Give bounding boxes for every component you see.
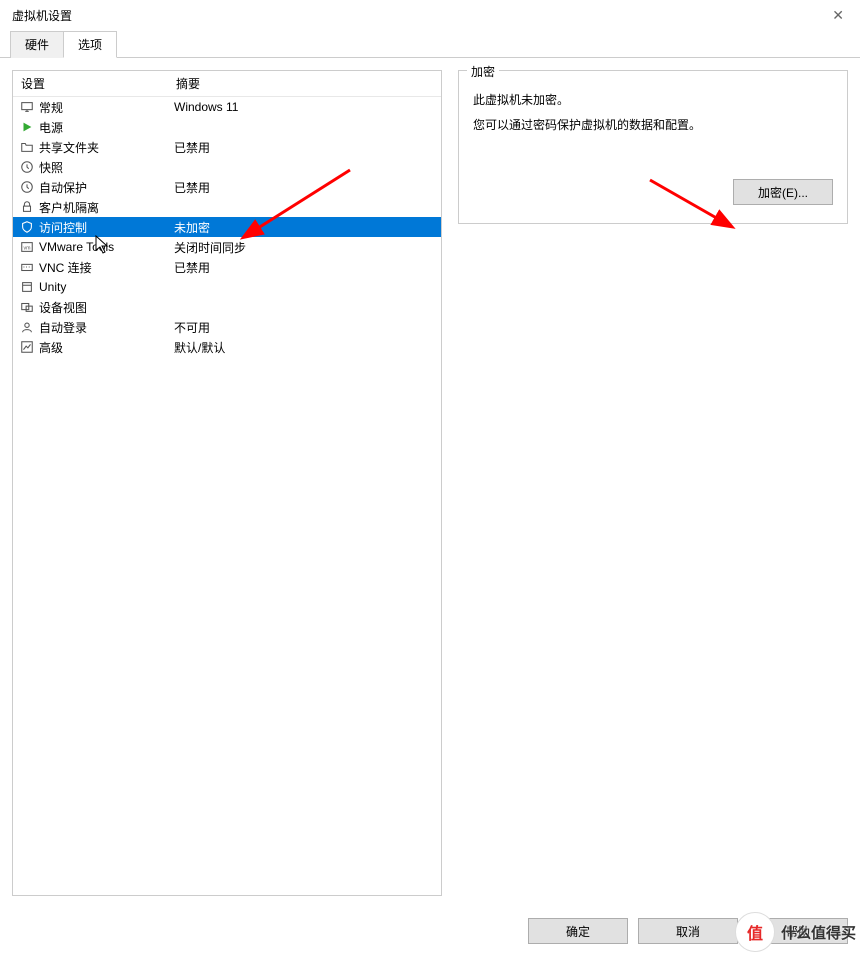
list-item-label: VMware Tools	[39, 240, 174, 254]
status-text: 此虚拟机未加密。	[473, 91, 833, 110]
shield-icon	[19, 219, 35, 235]
clock-icon	[19, 159, 35, 175]
list-item-label: 共享文件夹	[39, 139, 174, 156]
settings-list-panel: 设置 摘要 常规Windows 11电源共享文件夹已禁用快照自动保护已禁用客户机…	[12, 70, 442, 896]
keyboard-icon	[19, 259, 35, 275]
list-item[interactable]: 客户机隔离	[13, 197, 441, 217]
detail-panel: 加密 此虚拟机未加密。 您可以通过密码保护虚拟机的数据和配置。 加密(E)...	[458, 70, 848, 896]
list-item-label: 电源	[39, 119, 174, 136]
list-item-label: 自动登录	[39, 319, 174, 336]
list-item-summary: 关闭时间同步	[174, 239, 435, 256]
folder-share-icon	[19, 139, 35, 155]
list-item[interactable]: 设备视图	[13, 297, 441, 317]
list-item[interactable]: 电源	[13, 117, 441, 137]
chart-icon	[19, 339, 35, 355]
list-header: 设置 摘要	[13, 71, 441, 97]
list-item[interactable]: 共享文件夹已禁用	[13, 137, 441, 157]
devices-icon	[19, 299, 35, 315]
tab-strip: 硬件 选项	[0, 30, 860, 58]
list-item-label: Unity	[39, 280, 174, 294]
encrypt-button-row: 加密(E)...	[473, 179, 833, 205]
content-area: 设置 摘要 常规Windows 11电源共享文件夹已禁用快照自动保护已禁用客户机…	[0, 58, 860, 908]
cancel-button[interactable]: 取消	[638, 918, 738, 944]
lock-icon	[19, 199, 35, 215]
group-legend: 加密	[467, 63, 499, 80]
list-item[interactable]: 访问控制未加密	[13, 217, 441, 237]
list-item[interactable]: 自动登录不可用	[13, 317, 441, 337]
window-icon	[19, 279, 35, 295]
list-item-label: VNC 连接	[39, 259, 174, 276]
list-item-label: 访问控制	[39, 219, 174, 236]
svg-text:vm: vm	[24, 246, 32, 252]
window-title: 虚拟机设置	[12, 7, 72, 24]
list-item-label: 自动保护	[39, 179, 174, 196]
title-bar: 虚拟机设置 ✕	[0, 0, 860, 30]
list-item[interactable]: 常规Windows 11	[13, 97, 441, 117]
encrypt-button[interactable]: 加密(E)...	[733, 179, 833, 205]
description-text: 您可以通过密码保护虚拟机的数据和配置。	[473, 116, 833, 135]
list-item-summary: 未加密	[174, 219, 435, 236]
col-header-summary: 摘要	[176, 75, 433, 92]
encryption-group: 加密 此虚拟机未加密。 您可以通过密码保护虚拟机的数据和配置。 加密(E)...	[458, 70, 848, 224]
list-item[interactable]: VNC 连接已禁用	[13, 257, 441, 277]
list-item-summary: 已禁用	[174, 139, 435, 156]
list-item-label: 常规	[39, 99, 174, 116]
help-button[interactable]: 帮助	[748, 918, 848, 944]
list-item[interactable]: 快照	[13, 157, 441, 177]
list-item-summary: 已禁用	[174, 259, 435, 276]
col-header-setting: 设置	[21, 75, 176, 92]
list-body: 常规Windows 11电源共享文件夹已禁用快照自动保护已禁用客户机隔离访问控制…	[13, 97, 441, 357]
close-icon[interactable]: ✕	[824, 3, 852, 28]
list-item-summary: 已禁用	[174, 179, 435, 196]
list-item[interactable]: 自动保护已禁用	[13, 177, 441, 197]
tab-hardware[interactable]: 硬件	[10, 31, 64, 58]
login-icon	[19, 319, 35, 335]
ok-button[interactable]: 确定	[528, 918, 628, 944]
list-item[interactable]: Unity	[13, 277, 441, 297]
tab-options[interactable]: 选项	[63, 31, 117, 58]
list-item-label: 快照	[39, 159, 174, 176]
list-item[interactable]: vm VMware Tools关闭时间同步	[13, 237, 441, 257]
list-item[interactable]: 高级默认/默认	[13, 337, 441, 357]
clock-icon	[19, 179, 35, 195]
list-item-summary: 不可用	[174, 319, 435, 336]
vm-icon: vm	[19, 239, 35, 255]
list-item-summary: 默认/默认	[174, 339, 435, 356]
list-item-summary: Windows 11	[174, 100, 435, 114]
monitor-icon	[19, 99, 35, 115]
list-item-label: 设备视图	[39, 299, 174, 316]
list-item-label: 客户机隔离	[39, 199, 174, 216]
dialog-buttons: 确定 取消 帮助	[528, 918, 848, 944]
list-item-label: 高级	[39, 339, 174, 356]
play-icon	[19, 119, 35, 135]
